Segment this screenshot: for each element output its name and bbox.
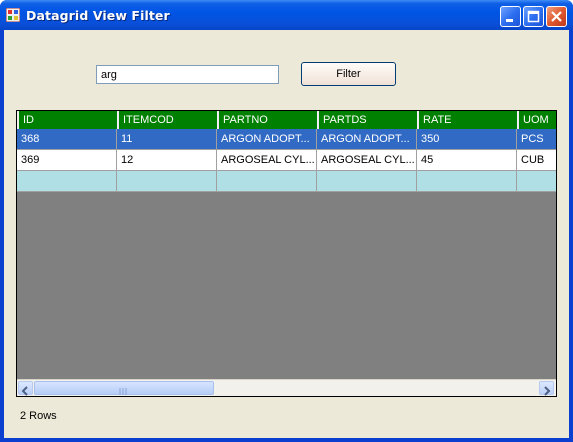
cell-partds[interactable]: ARGOSEAL CYL...: [317, 150, 417, 171]
data-grid[interactable]: ID ITEMCOD PARTNO PARTDS RATE UOM 368 11…: [16, 110, 557, 397]
column-header-id[interactable]: ID: [17, 111, 117, 129]
scroll-thumb[interactable]: [34, 381, 214, 395]
column-header-partds[interactable]: PARTDS: [317, 111, 417, 129]
chevron-right-icon: [544, 386, 551, 396]
client-area: Filter ID ITEMCOD PARTNO PARTDS RATE UOM…: [4, 30, 569, 438]
cell-id[interactable]: 369: [17, 150, 117, 171]
column-header-uom[interactable]: UOM: [517, 111, 556, 129]
new-row-cell[interactable]: [517, 171, 556, 192]
cell-partno[interactable]: ARGOSEAL CYL...: [217, 150, 317, 171]
row-count-label: 2 Rows: [20, 410, 57, 422]
column-header-rate[interactable]: RATE: [417, 111, 517, 129]
new-row[interactable]: [17, 171, 556, 192]
new-row-cell[interactable]: [17, 171, 117, 192]
cell-partds[interactable]: ARGON ADOPT...: [317, 129, 417, 150]
new-row-cell[interactable]: [317, 171, 417, 192]
cell-uom[interactable]: PCS: [517, 129, 556, 150]
filter-button[interactable]: Filter: [301, 62, 396, 86]
cell-itemcod[interactable]: 11: [117, 129, 217, 150]
search-input[interactable]: [96, 65, 279, 84]
cell-partno[interactable]: ARGON ADOPT...: [217, 129, 317, 150]
minimize-icon: [506, 19, 513, 22]
app-icon: [6, 8, 20, 22]
grid-header: ID ITEMCOD PARTNO PARTDS RATE UOM: [17, 111, 556, 129]
table-row[interactable]: 369 12 ARGOSEAL CYL... ARGOSEAL CYL... 4…: [17, 150, 556, 171]
scroll-right-button[interactable]: [539, 381, 554, 396]
horizontal-scrollbar[interactable]: [17, 379, 556, 396]
close-button[interactable]: [546, 6, 567, 27]
scroll-left-button[interactable]: [18, 381, 33, 396]
window-title: Datagrid View Filter: [26, 8, 170, 23]
app-window: Datagrid View Filter Filter ID ITEMCOD P…: [0, 0, 573, 442]
cell-rate[interactable]: 350: [417, 129, 517, 150]
title-bar[interactable]: Datagrid View Filter: [0, 0, 573, 30]
table-row[interactable]: 368 11 ARGON ADOPT... ARGON ADOPT... 350…: [17, 129, 556, 150]
cell-rate[interactable]: 45: [417, 150, 517, 171]
new-row-cell[interactable]: [117, 171, 217, 192]
chevron-left-icon: [21, 386, 28, 396]
cell-uom[interactable]: CUB: [517, 150, 556, 171]
grip-icon: [119, 388, 127, 395]
minimize-button[interactable]: [500, 6, 521, 27]
close-icon: [551, 11, 562, 22]
column-header-partno[interactable]: PARTNO: [217, 111, 317, 129]
cell-itemcod[interactable]: 12: [117, 150, 217, 171]
cell-id[interactable]: 368: [17, 129, 117, 150]
maximize-button[interactable]: [523, 6, 544, 27]
new-row-cell[interactable]: [417, 171, 517, 192]
new-row-cell[interactable]: [217, 171, 317, 192]
maximize-icon: [527, 10, 540, 23]
column-header-itemcod[interactable]: ITEMCOD: [117, 111, 217, 129]
